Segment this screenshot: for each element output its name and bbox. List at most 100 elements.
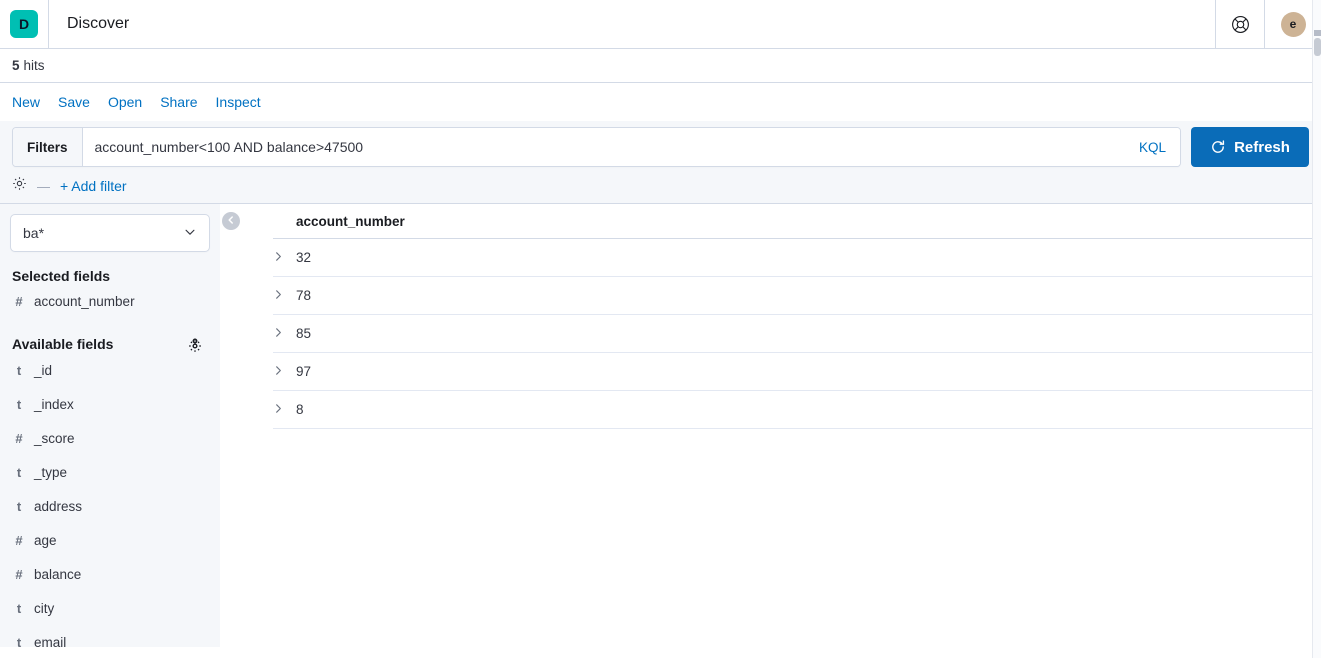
filter-separator: — <box>37 178 50 194</box>
field-name: _id <box>34 362 53 378</box>
chevron-right-icon <box>273 364 284 379</box>
field-name: account_number <box>34 293 135 309</box>
field-name: _score <box>34 430 75 446</box>
refresh-icon <box>1210 139 1226 155</box>
query-bar-area: Filters account_number<100 AND balance>4… <box>0 121 1321 167</box>
field-settings-button[interactable] <box>188 334 202 353</box>
table-row: 32 <box>273 239 1321 277</box>
documents-panel: account_number 32 78 85 97 8 <box>220 204 1321 647</box>
chevron-right-icon <box>273 288 284 303</box>
collapse-sidebar-button[interactable] <box>222 212 240 230</box>
available-fields-header: Available fields <box>12 334 202 353</box>
header-spacer <box>147 0 1215 48</box>
sidebar-field-_score[interactable]: # _score <box>10 421 210 455</box>
table-row: 78 <box>273 277 1321 315</box>
help-button[interactable] <box>1215 0 1264 48</box>
cell-account_number: 85 <box>296 326 312 341</box>
field-type-icon: # <box>15 293 23 309</box>
query-language-button[interactable]: KQL <box>1124 128 1180 166</box>
sidebar-field-city[interactable]: t city <box>10 591 210 625</box>
nav-item-save[interactable]: Save <box>58 94 100 110</box>
gear-icon <box>12 176 27 196</box>
field-name: address <box>34 498 83 514</box>
discover-page: D Discover e 5 hits New Save Open Share … <box>0 0 1321 658</box>
filters-label: Filters <box>13 128 83 166</box>
field-name: age <box>34 532 57 548</box>
index-pattern-value: ba* <box>23 225 45 241</box>
sidebar-field-email[interactable]: t email <box>10 625 210 648</box>
field-name: _type <box>34 464 68 480</box>
expand-row-button[interactable] <box>273 326 296 341</box>
index-pattern-select[interactable]: ba* <box>10 214 210 252</box>
chevron-right-icon <box>273 250 284 265</box>
expand-row-button[interactable] <box>273 288 296 303</box>
page-title: Discover <box>67 15 130 32</box>
refresh-label: Refresh <box>1234 138 1290 156</box>
add-filter-button[interactable]: + Add filter <box>60 178 127 194</box>
sidebar-field-_type[interactable]: t _type <box>10 455 210 489</box>
sidebar-field-address[interactable]: t address <box>10 489 210 523</box>
column-header-account_number[interactable]: account_number <box>296 214 405 229</box>
field-name: city <box>34 600 55 616</box>
field-type-icon: t <box>16 362 22 378</box>
nav-item-new[interactable]: New <box>12 94 50 110</box>
table-row: 8 <box>273 391 1321 429</box>
field-type-icon: # <box>15 566 23 582</box>
field-type-icon: t <box>16 396 22 412</box>
gear-icon <box>188 335 202 353</box>
field-type-icon: # <box>15 532 23 548</box>
sidebar-field-age[interactable]: # age <box>10 523 210 557</box>
sidebar-field-_index[interactable]: t _index <box>10 387 210 421</box>
search-input[interactable]: account_number<100 AND balance>47500 <box>82 128 1125 166</box>
filter-options-button[interactable] <box>12 176 27 196</box>
nav-item-open[interactable]: Open <box>108 94 152 110</box>
cell-account_number: 97 <box>296 364 312 379</box>
field-name: balance <box>34 566 82 582</box>
expand-row-button[interactable] <box>273 402 296 417</box>
table-row: 85 <box>273 315 1321 353</box>
selected-fields-title: Selected fields <box>12 268 111 284</box>
scrollbar-thumb[interactable] <box>1314 38 1321 56</box>
field-sidebar: ba* Selected fields # account_number Ava… <box>0 204 220 647</box>
table-header-row: account_number <box>273 204 1321 239</box>
nav-item-inspect[interactable]: Inspect <box>216 94 271 110</box>
available-fields-list: t _id t _index # _score t _type t addres… <box>10 353 210 648</box>
expand-row-button[interactable] <box>273 250 296 265</box>
app-header: D Discover e <box>0 0 1321 49</box>
cell-account_number: 78 <box>296 288 312 303</box>
chevron-down-icon <box>183 225 197 242</box>
hits-label: hits <box>23 58 45 73</box>
field-name: email <box>34 634 67 648</box>
table-row: 97 <box>273 353 1321 391</box>
field-type-icon: t <box>16 634 22 648</box>
sidebar-field-_id[interactable]: t _id <box>10 353 210 387</box>
cell-account_number: 8 <box>296 402 304 417</box>
chevron-right-icon <box>273 402 284 417</box>
app-logo-cell[interactable]: D <box>0 0 49 48</box>
refresh-button[interactable]: Refresh <box>1191 127 1309 167</box>
body-area: ba* Selected fields # account_number Ava… <box>0 204 1321 647</box>
page-scrollbar[interactable] <box>1312 0 1321 658</box>
field-type-icon: t <box>16 464 22 480</box>
filter-bar: — + Add filter <box>0 167 1321 204</box>
expand-row-button[interactable] <box>273 364 296 379</box>
documents-table: account_number 32 78 85 97 8 <box>273 204 1321 429</box>
chevron-right-icon <box>273 326 284 341</box>
hits-count: 5 <box>12 58 20 73</box>
query-input-wrapper: Filters account_number<100 AND balance>4… <box>12 127 1181 167</box>
app-logo: D <box>10 10 38 38</box>
lifebuoy-icon <box>1231 15 1250 34</box>
scrollbar-arrow[interactable] <box>1314 30 1321 36</box>
nav-item-share[interactable]: Share <box>160 94 207 110</box>
hits-bar: 5 hits <box>0 49 1321 83</box>
sidebar-field-account_number[interactable]: # account_number <box>10 284 210 318</box>
query-row: Filters account_number<100 AND balance>4… <box>12 127 1309 167</box>
top-nav-menu: New Save Open Share Inspect <box>0 83 1321 121</box>
field-type-icon: # <box>15 430 23 446</box>
chevron-left-circle-icon <box>226 212 236 230</box>
sidebar-field-balance[interactable]: # balance <box>10 557 210 591</box>
field-type-icon: t <box>16 498 22 514</box>
field-type-icon: t <box>16 600 22 616</box>
field-name: _index <box>34 396 74 412</box>
cell-account_number: 32 <box>296 250 312 265</box>
